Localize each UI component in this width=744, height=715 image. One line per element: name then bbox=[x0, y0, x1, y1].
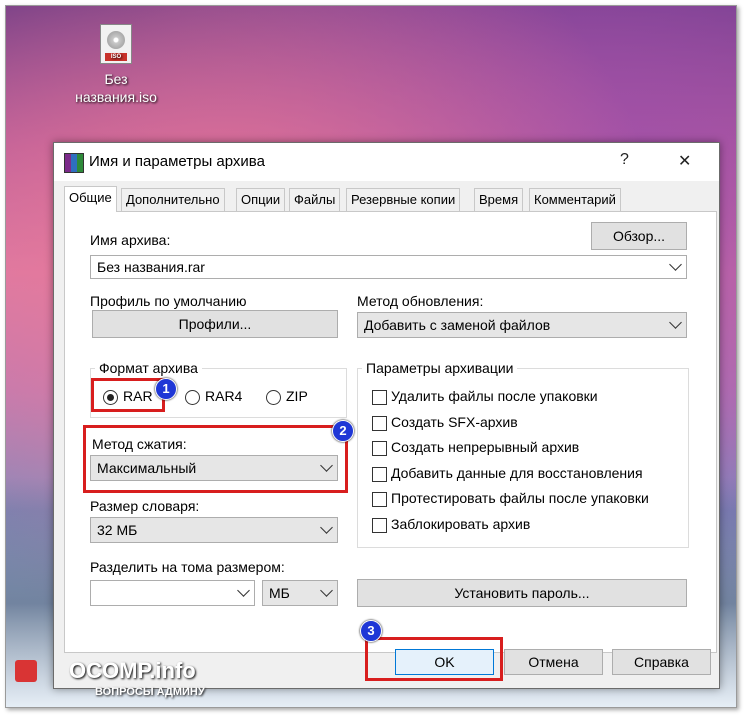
chevron-down-icon[interactable] bbox=[320, 521, 333, 534]
archive-options-label: Параметры архивации bbox=[362, 360, 518, 376]
checkbox-solid[interactable] bbox=[372, 441, 387, 456]
update-method-label: Метод обновления: bbox=[357, 293, 484, 309]
archive-name-field[interactable]: Без названия.rar bbox=[90, 255, 687, 279]
chevron-down-icon[interactable] bbox=[669, 316, 682, 329]
plus-icon bbox=[15, 660, 37, 682]
dictionary-size-label: Размер словаря: bbox=[90, 498, 200, 514]
tab-comment[interactable]: Комментарий bbox=[529, 188, 621, 212]
help-icon[interactable]: ? bbox=[620, 151, 629, 169]
checkbox-sfx[interactable] bbox=[372, 416, 387, 431]
browse-button[interactable]: Обзор... bbox=[591, 222, 687, 250]
archive-format-label: Формат архива bbox=[95, 360, 202, 376]
radio-rar4-label: RAR4 bbox=[205, 388, 243, 404]
highlight-ok-button bbox=[365, 637, 503, 681]
default-profile-label: Профиль по умолчанию bbox=[90, 293, 247, 309]
archive-dialog: Имя и параметры архива ? ✕ Общие Дополни… bbox=[53, 142, 720, 689]
chevron-down-icon[interactable] bbox=[237, 584, 250, 597]
split-size-input[interactable] bbox=[90, 580, 255, 606]
tab-advanced[interactable]: Дополнительно bbox=[121, 188, 225, 212]
checkbox-delete-files[interactable] bbox=[372, 390, 387, 405]
tab-backup[interactable]: Резервные копии bbox=[346, 188, 461, 212]
annotation-badge-3: 3 bbox=[360, 620, 382, 642]
checkbox-lock-label: Заблокировать архив bbox=[391, 516, 531, 532]
set-password-button[interactable]: Установить пароль... bbox=[357, 579, 687, 607]
profiles-button[interactable]: Профили... bbox=[92, 310, 338, 338]
tab-time[interactable]: Время bbox=[474, 188, 524, 212]
winrar-icon bbox=[64, 153, 84, 173]
radio-rar4[interactable] bbox=[185, 390, 200, 405]
annotation-badge-2: 2 bbox=[332, 420, 354, 442]
split-volumes-label: Разделить на тома размером: bbox=[90, 559, 285, 575]
tab-files[interactable]: Файлы bbox=[289, 188, 341, 212]
tab-options[interactable]: Опции bbox=[236, 188, 286, 212]
cancel-button[interactable]: Отмена bbox=[504, 649, 603, 675]
dictionary-size-select[interactable]: 32 МБ bbox=[90, 517, 338, 543]
close-icon[interactable]: ✕ bbox=[678, 151, 691, 171]
archive-name-label: Имя архива: bbox=[90, 232, 171, 248]
checkbox-delete-files-label: Удалить файлы после упаковки bbox=[391, 388, 598, 404]
tab-general[interactable]: Общие bbox=[64, 186, 117, 212]
desktop-icon-label-line1: Без bbox=[104, 71, 128, 87]
update-method-select[interactable]: Добавить с заменой файлов bbox=[357, 312, 687, 338]
desktop-icon-label-line2: названия.iso bbox=[75, 89, 157, 105]
dialog-titlebar[interactable]: Имя и параметры архива ? ✕ bbox=[54, 143, 719, 181]
radio-zip[interactable] bbox=[266, 390, 281, 405]
ocomp-watermark: OCOMP.info ВОПРОСЫ АДМИНУ bbox=[15, 658, 235, 702]
watermark-subtitle: ВОПРОСЫ АДМИНУ bbox=[95, 686, 205, 698]
watermark-title: OCOMP.info bbox=[69, 658, 196, 683]
desktop-iso-file[interactable]: ISO Без названия.iso bbox=[66, 20, 166, 106]
checkbox-recovery-label: Добавить данные для восстановления bbox=[391, 465, 643, 481]
split-unit-value: МБ bbox=[269, 585, 290, 601]
update-method-value: Добавить с заменой файлов bbox=[364, 317, 551, 333]
checkbox-test-label: Протестировать файлы после упаковки bbox=[391, 490, 649, 506]
checkbox-solid-label: Создать непрерывный архив bbox=[391, 439, 580, 455]
highlight-compression-method bbox=[83, 425, 348, 493]
checkbox-recovery[interactable] bbox=[372, 467, 387, 482]
highlight-rar-format bbox=[91, 378, 165, 412]
radio-zip-label: ZIP bbox=[286, 388, 308, 404]
checkbox-test[interactable] bbox=[372, 492, 387, 507]
help-button[interactable]: Справка bbox=[612, 649, 711, 675]
checkbox-lock[interactable] bbox=[372, 518, 387, 533]
annotation-badge-1: 1 bbox=[155, 378, 177, 400]
chevron-down-icon[interactable] bbox=[320, 584, 333, 597]
split-unit-select[interactable]: МБ bbox=[262, 580, 338, 606]
chevron-down-icon[interactable] bbox=[669, 258, 682, 271]
iso-file-icon: ISO bbox=[100, 24, 132, 64]
checkbox-sfx-label: Создать SFX-архив bbox=[391, 414, 518, 430]
iso-badge: ISO bbox=[105, 53, 127, 61]
archive-name-value: Без названия.rar bbox=[97, 259, 205, 275]
dialog-title: Имя и параметры архива bbox=[89, 153, 265, 170]
dictionary-size-value: 32 МБ bbox=[97, 522, 138, 538]
